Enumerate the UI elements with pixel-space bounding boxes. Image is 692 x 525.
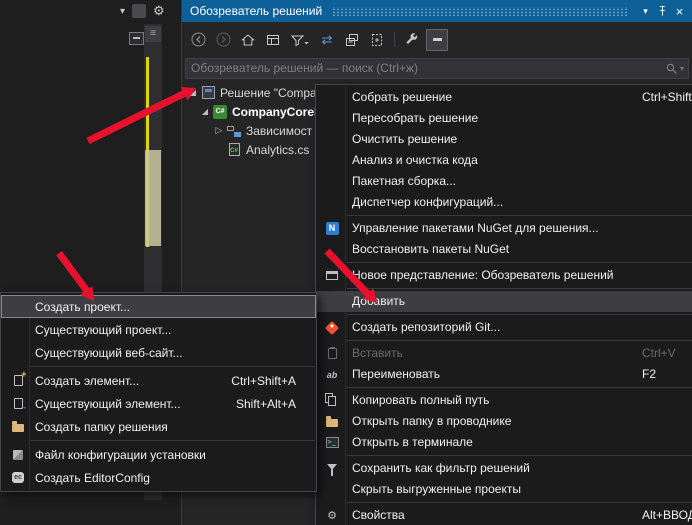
menu-item-rebuild-solution[interactable]: Пересобрать решение [316,108,692,129]
pending-changes-filter-icon[interactable] [287,29,313,51]
menu-item-new-project[interactable]: Создать проект... [1,295,316,318]
menu-item-new-item[interactable]: Создать элемент... Ctrl+Shift+A [1,369,316,392]
panel-title-bar[interactable]: Обозреватель решений ▾ × [182,0,692,22]
menu-item-setup-config-file[interactable]: Файл конфигурации установки [1,443,316,466]
menu-item-open-in-terminal[interactable]: Открыть в терминале [316,432,692,453]
menu-separator [347,502,692,503]
menu-item-analyze-cleanup[interactable]: Анализ и очистка кода [316,150,692,171]
nuget-icon [322,218,342,239]
menu-item-existing-project[interactable]: Существующий проект... [1,318,316,341]
expander-icon[interactable] [187,88,199,97]
scrollbar-thumb[interactable] [145,150,161,246]
gear-icon[interactable]: ⚙ [153,3,165,19]
menu-item-clean-solution[interactable]: Очистить решение [316,129,692,150]
extension-box-icon[interactable] [132,4,146,18]
open-folder-icon [322,411,342,432]
menu-item-new-solution-explorer-view[interactable]: Новое представление: Обозреватель решени… [316,265,692,286]
search-options-caret-icon[interactable]: ▾ [680,64,684,73]
back-icon[interactable] [187,29,209,51]
solution-explorer-toolbar: ⇄ [182,22,692,55]
menu-item-paste[interactable]: Вставить Ctrl+V [316,343,692,364]
menu-item-create-git-repository[interactable]: Создать репозиторий Git... [316,317,692,338]
switch-views-icon[interactable] [262,29,284,51]
git-icon [322,317,342,338]
menu-separator [31,366,315,367]
home-icon[interactable] [237,29,259,51]
menu-separator [347,340,692,341]
new-solution-folder-icon [1,421,35,432]
visual-studio-window: ▾ ⚙ Обозреватель решений ▾ × [0,0,692,525]
save-filter-icon [322,458,342,479]
editorconfig-icon [1,472,35,483]
menu-item-restore-nuget[interactable]: Восстановить пакеты NuGet [316,239,692,260]
menu-item-add[interactable]: Добавить [316,291,692,312]
paste-icon [322,343,342,364]
menu-separator [347,455,692,456]
close-icon[interactable]: × [671,3,688,19]
chevron-down-icon[interactable]: ▾ [120,6,125,17]
add-submenu: Создать проект... Существующий проект...… [0,292,317,492]
menu-separator [31,440,315,441]
menu-item-new-solution-folder[interactable]: Создать папку решения [1,415,316,438]
menu-item-manage-nuget[interactable]: Управление пакетами NuGet для решения... [316,218,692,239]
menu-item-hide-unloaded-projects[interactable]: Скрыть выгруженные проекты [316,479,692,500]
menu-item-properties[interactable]: Свойства Alt+ВВОД [316,505,692,525]
wrench-icon[interactable] [401,29,423,51]
solution-context-menu: Собрать решение Ctrl+Shift+B Пересобрать… [315,84,692,525]
toolbar-separator [394,32,395,47]
menu-item-rename[interactable]: Переименовать F2 [316,364,692,385]
menu-separator [347,262,692,263]
menu-separator [347,288,692,289]
menu-separator [347,387,692,388]
terminal-icon [322,432,342,453]
menu-item-existing-item[interactable]: Существующий элемент... Shift+Alt+A [1,392,316,415]
search-placeholder: Обозреватель решений — поиск (Ctrl+ж) [186,59,688,78]
search-icon[interactable]: ▾ [665,62,684,75]
title-drag-grip[interactable] [332,7,627,16]
menu-item-save-as-solution-filter[interactable]: Сохранить как фильтр решений [316,458,692,479]
rename-icon [322,364,342,385]
show-all-files-icon[interactable] [366,29,388,51]
dependencies-icon [225,125,243,137]
menu-item-batch-build[interactable]: Пакетная сборка... [316,171,692,192]
preview-selected-items-icon[interactable] [426,29,448,51]
menu-item-create-editorconfig[interactable]: Создать EditorConfig [1,466,316,489]
menu-separator [347,314,692,315]
menu-separator [347,215,692,216]
pin-icon[interactable] [654,3,671,19]
properties-icon [322,505,342,525]
csharp-project-icon [211,105,229,119]
editor-corner-toolbar: ▾ ⚙ [120,2,165,20]
collapse-all-icon[interactable] [341,29,363,51]
panel-title: Обозреватель решений [190,4,322,18]
expander-icon[interactable] [199,107,211,116]
expander-icon[interactable] [213,125,225,136]
copy-path-icon [322,390,342,411]
new-view-icon [322,265,342,286]
menu-item-build-solution[interactable]: Собрать решение Ctrl+Shift+B [316,87,692,108]
csharp-file-icon [225,143,243,156]
menu-item-existing-website[interactable]: Существующий веб-сайт... [1,341,316,364]
arrow-to-solution-node [88,87,196,141]
setup-config-file-icon [1,450,35,460]
menu-item-configuration-manager[interactable]: Диспетчер конфигураций... [316,192,692,213]
search-input[interactable]: Обозреватель решений — поиск (Ctrl+ж) ▾ [185,58,689,79]
scrollbar-splitter-grip[interactable] [145,26,161,42]
sync-with-active-document-icon[interactable]: ⇄ [316,29,338,51]
existing-item-icon [1,398,35,409]
forward-icon[interactable] [212,29,234,51]
new-item-icon [1,375,35,386]
window-position-icon[interactable]: ▾ [637,3,654,19]
menu-item-open-folder-in-explorer[interactable]: Открыть папку в проводнике [316,411,692,432]
menu-item-copy-full-path[interactable]: Копировать полный путь [316,390,692,411]
solution-icon [199,86,217,99]
minimize-widget[interactable] [129,32,144,45]
